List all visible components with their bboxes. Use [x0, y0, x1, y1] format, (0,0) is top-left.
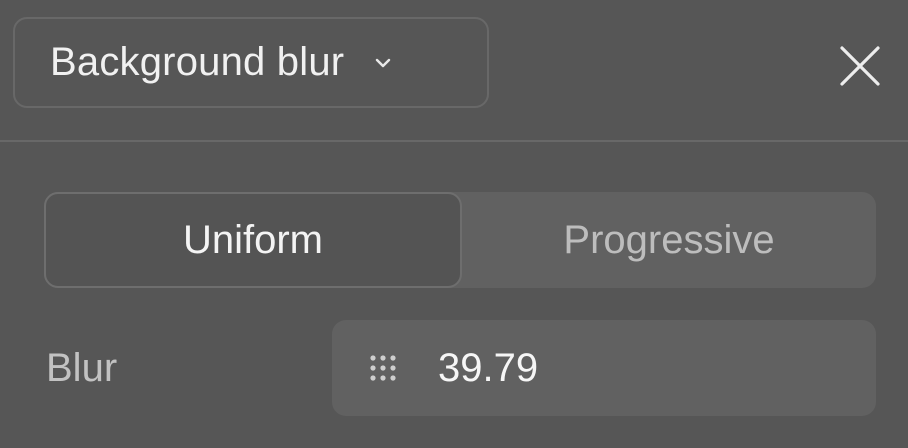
header-divider — [0, 140, 908, 142]
effect-type-label: Background blur — [50, 40, 345, 84]
mode-option-uniform[interactable]: Uniform — [44, 192, 462, 288]
drag-dots-icon[interactable] — [366, 351, 400, 385]
effect-type-dropdown[interactable]: Background blur — [13, 17, 489, 108]
blur-value[interactable]: 39.79 — [438, 346, 538, 391]
panel-header: Background blur — [0, 0, 908, 141]
close-icon — [838, 44, 882, 88]
blur-label: Blur — [46, 345, 118, 390]
blur-row: Blur 39.79 — [0, 320, 908, 416]
chevron-down-icon — [372, 52, 394, 74]
blur-mode-toggle: Uniform Progressive — [44, 192, 876, 288]
mode-option-progressive[interactable]: Progressive — [462, 192, 876, 288]
close-button[interactable] — [834, 40, 886, 92]
background-blur-panel: Background blur Uniform Progressive Blur — [0, 0, 908, 448]
blur-value-field[interactable]: 39.79 — [332, 320, 876, 416]
